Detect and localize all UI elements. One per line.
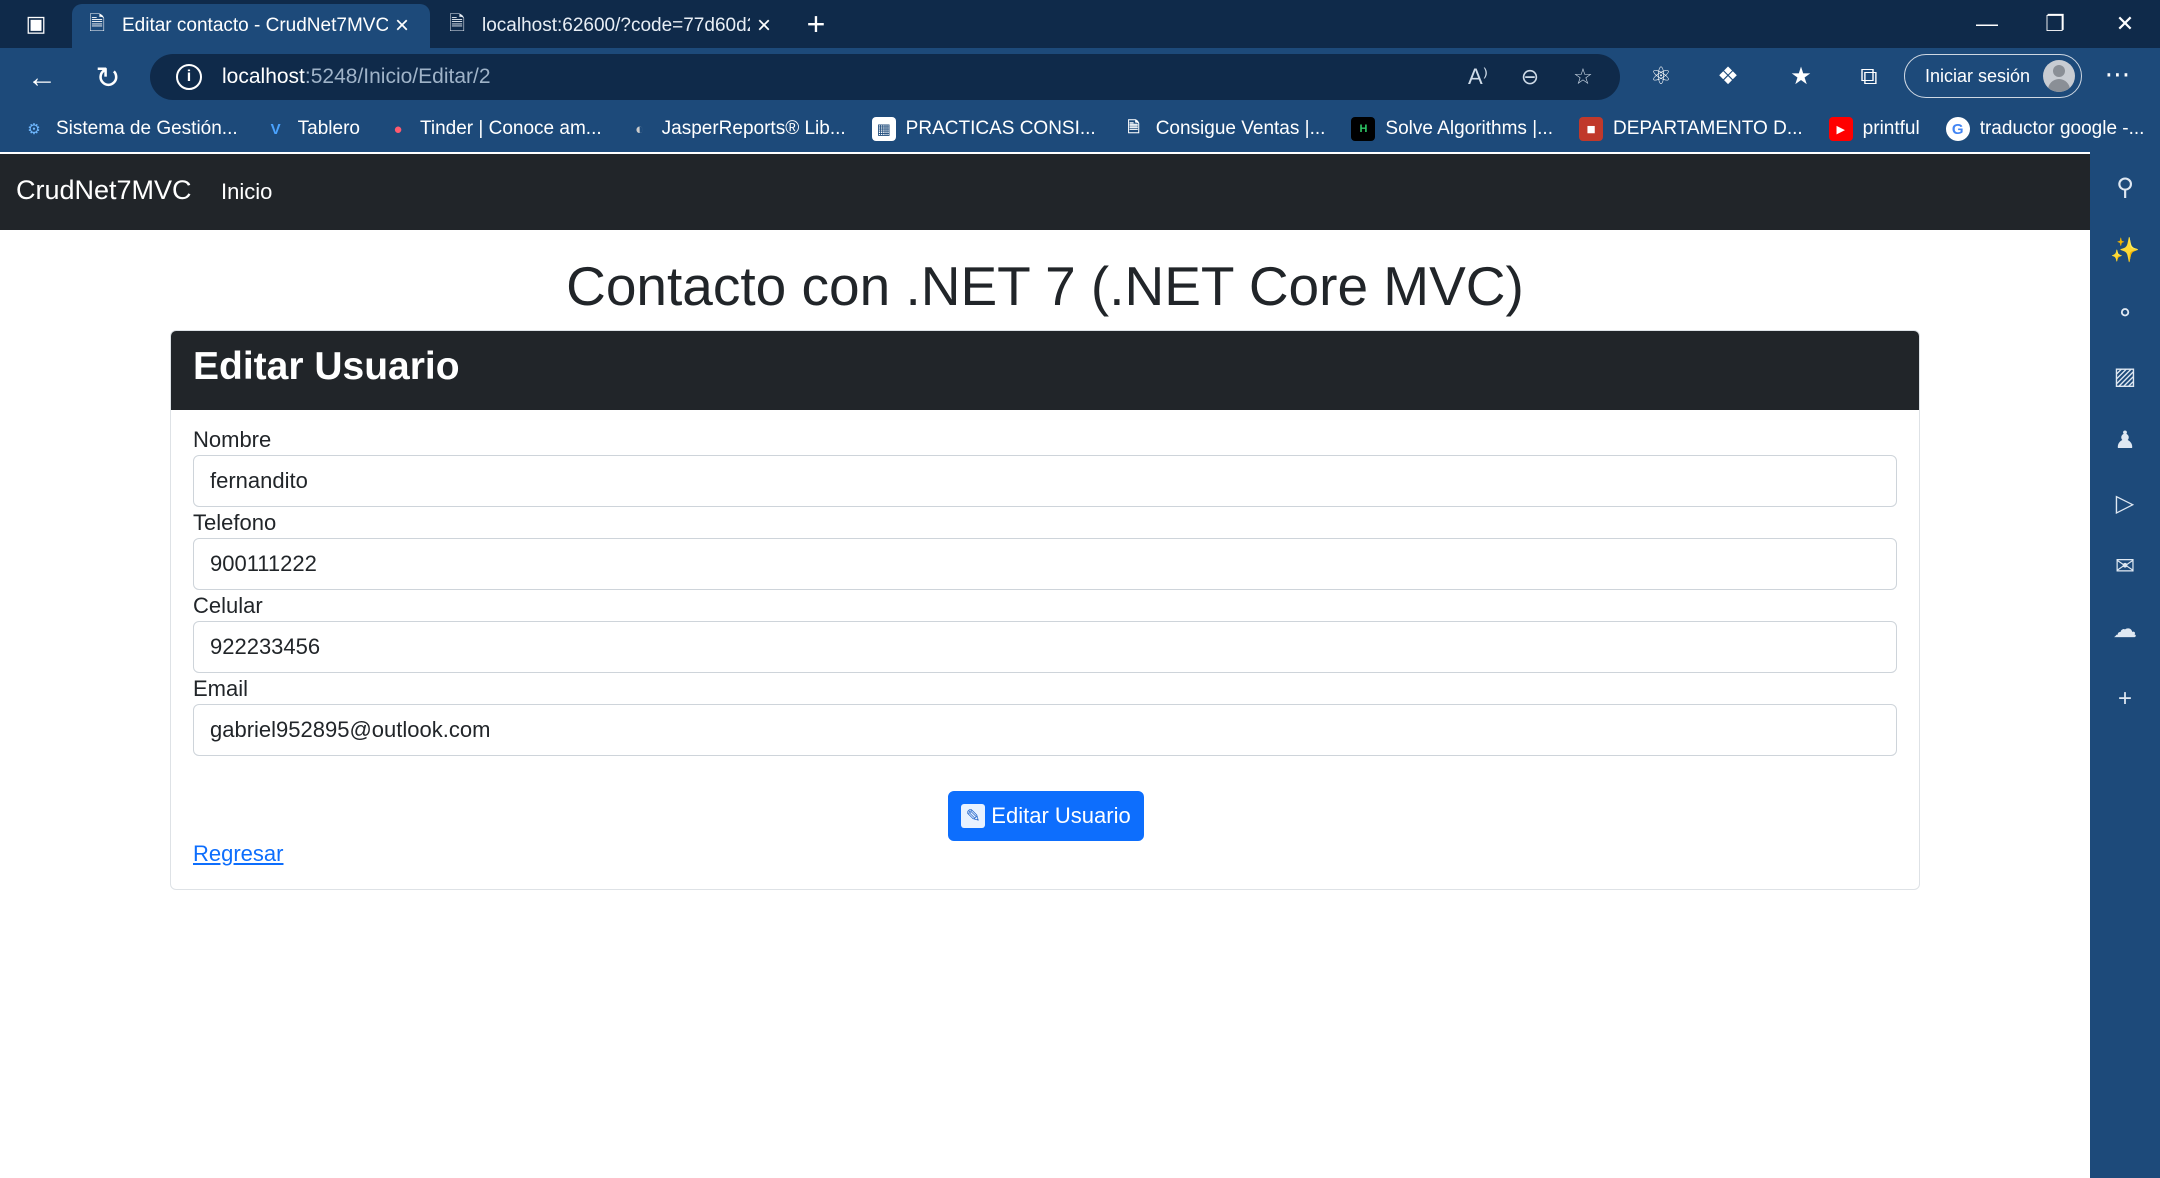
avatar: [2043, 60, 2075, 92]
browser-tab-bar: ▣ 🗎 Editar contacto - CrudNet7MVC × 🗎 lo…: [0, 0, 2160, 48]
window-close-icon[interactable]: ✕: [2092, 0, 2158, 48]
celular-field[interactable]: [193, 621, 1897, 673]
tab-localhost[interactable]: 🗎 localhost:62600/?code=77d60d2 ×: [432, 4, 792, 48]
add-favorite-icon[interactable]: ☆: [1568, 63, 1598, 91]
restore-icon[interactable]: ❐: [2022, 0, 2088, 48]
bookmark-label: Sistema de Gestión...: [56, 118, 238, 139]
youtube-icon: ▶: [1828, 117, 1853, 141]
back-link[interactable]: Regresar: [193, 841, 283, 867]
copilot-icon[interactable]: ⚛: [1644, 60, 1678, 94]
edit-user-card: Editar Usuario Nombre Telefono Celular E…: [170, 330, 1920, 890]
page-icon: 🗎: [1127, 118, 1140, 136]
favorites-icon[interactable]: ★: [1784, 60, 1818, 94]
signin-button[interactable]: Iniciar sesión: [1904, 54, 2082, 98]
bookmark-item[interactable]: ◐ JasperReports® Lib...: [628, 117, 846, 141]
signin-label: Iniciar sesión: [1925, 65, 2031, 86]
side-panel: ⚲ ✨ ⚬ ▨ ♟ ▷ ✉ ☁ +: [2090, 152, 2160, 1178]
gear-icon: ⚙: [27, 121, 41, 138]
bookmark-item[interactable]: V Tablero: [264, 117, 360, 141]
close-icon[interactable]: ×: [750, 12, 778, 40]
edit-user-button-label: Editar Usuario: [991, 803, 1131, 828]
telefono-field[interactable]: [193, 538, 1897, 590]
games-icon[interactable]: ♟: [2108, 424, 2142, 458]
bookmark-item[interactable]: ▶ printful: [1828, 117, 1920, 141]
bookmark-label: DEPARTAMENTO D...: [1612, 118, 1803, 139]
search-icon[interactable]: ⚲: [2108, 171, 2142, 205]
more-options-icon[interactable]: ⋯: [2100, 60, 2136, 94]
bookmark-label: Tinder | Conoce am...: [419, 118, 602, 139]
refresh-icon[interactable]: ↻: [88, 58, 128, 98]
edit-user-button[interactable]: ✎ Editar Usuario: [948, 791, 1144, 841]
nombre-field[interactable]: [193, 455, 1897, 507]
bookmark-item[interactable]: ■ DEPARTAMENTO D...: [1578, 117, 1803, 141]
nav-link-inicio[interactable]: Inicio: [221, 179, 272, 205]
bookmark-label: printful: [1862, 118, 1920, 139]
pencil-icon: ✎: [961, 804, 986, 828]
card-title: Editar Usuario: [193, 345, 460, 388]
flame-icon: ●: [393, 120, 403, 138]
back-arrow-icon[interactable]: ←: [22, 58, 62, 98]
card-header: Editar Usuario: [171, 331, 1919, 410]
tab-editar-contacto[interactable]: 🗎 Editar contacto - CrudNet7MVC ×: [72, 4, 430, 48]
sparkle-icon[interactable]: ✨: [2108, 234, 2142, 268]
bookmark-label: PRACTICAS CONSI...: [905, 118, 1096, 139]
page-icon: 🗎: [88, 13, 106, 35]
url-path: :5248/Inicio/Editar/2: [304, 65, 491, 88]
bookmark-label: Solve Algorithms |...: [1385, 118, 1553, 139]
bookmark-item[interactable]: ▦ PRACTICAS CONSI...: [871, 117, 1096, 141]
info-icon[interactable]: i: [176, 64, 202, 90]
jasper-icon: ◐: [635, 120, 645, 138]
tag-icon[interactable]: ⚬: [2108, 297, 2142, 331]
bookmark-label: Consigue Ventas |...: [1155, 118, 1326, 139]
bookmark-item[interactable]: Gtraductor google -...: [1945, 117, 2145, 141]
tab-title: Editar contacto - CrudNet7MVC: [122, 15, 388, 36]
google-icon: G: [1945, 117, 1970, 141]
close-icon[interactable]: ×: [388, 12, 416, 40]
department-icon: ■: [1578, 117, 1603, 141]
telefono-label: Telefono: [193, 510, 277, 535]
tab-actions-icon[interactable]: ▣: [20, 10, 52, 38]
extensions-icon[interactable]: ❖: [1711, 60, 1745, 94]
page-icon: 🗎: [448, 13, 466, 35]
bookmark-item[interactable]: 🗎 Consigue Ventas |...: [1122, 117, 1326, 141]
url-host: localhost: [222, 65, 305, 88]
bookmark-label: Tablero: [297, 118, 360, 139]
url-text[interactable]: localhost:5248/Inicio/Editar/2: [222, 65, 491, 89]
bookmark-item[interactable]: ● Tinder | Conoce am...: [386, 117, 602, 141]
bookmark-item[interactable]: H Solve Algorithms |...: [1351, 117, 1553, 141]
page-title: Contacto con .NET 7 (.NET Core MVC): [566, 255, 1524, 317]
bookmark-label: traductor google -...: [1979, 118, 2145, 139]
address-bar[interactable]: i localhost:5248/Inicio/Editar/2 A⁾ ⊖ ☆: [150, 54, 1620, 100]
vercel-v-icon: V: [270, 120, 281, 138]
minimize-icon[interactable]: —: [1954, 0, 2020, 48]
app-navbar: CrudNet7MVC Inicio: [0, 154, 2090, 230]
celular-label: Celular: [193, 593, 263, 618]
bookmark-label: JasperReports® Lib...: [661, 118, 846, 139]
address-toolbar: ← ↻ i localhost:5248/Inicio/Editar/2 A⁾ …: [0, 48, 2160, 106]
collections-icon[interactable]: ⧉: [1852, 60, 1886, 94]
navbar-brand[interactable]: CrudNet7MVC: [16, 175, 192, 206]
trello-icon: ▦: [871, 117, 896, 141]
copilot-icon[interactable]: ▷: [2108, 487, 2142, 521]
cloud-icon[interactable]: ☁: [2108, 613, 2142, 647]
add-icon[interactable]: +: [2108, 682, 2142, 716]
tab-title: localhost:62600/?code=77d60d2: [482, 15, 750, 36]
bookmarks-bar: ⚙ Sistema de Gestión... V Tablero ● Tinder …: [0, 106, 2160, 152]
outlook-icon[interactable]: ✉: [2108, 550, 2142, 584]
nombre-label: Nombre: [193, 427, 272, 452]
new-tab-icon[interactable]: +: [800, 6, 832, 42]
zoom-out-icon[interactable]: ⊖: [1515, 63, 1545, 91]
page-viewport: CrudNet7MVC Inicio Contacto con .NET 7 (…: [0, 152, 2090, 1178]
briefcase-icon[interactable]: ▨: [2108, 360, 2142, 394]
email-field[interactable]: [193, 704, 1897, 756]
hackerrank-icon: H: [1351, 117, 1376, 141]
bookmark-item[interactable]: ⚙ Sistema de Gestión...: [22, 117, 238, 141]
read-aloud-icon[interactable]: A⁾: [1463, 63, 1493, 91]
email-label: Email: [193, 676, 249, 701]
